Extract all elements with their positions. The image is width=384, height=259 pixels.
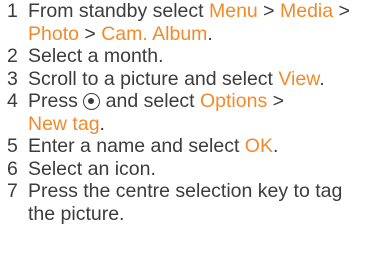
step-3: 3 Scroll to a picture and select View. <box>0 68 384 91</box>
step-text: Press and select Options > New tag. <box>28 90 284 135</box>
step-number: 2 <box>7 45 18 67</box>
step-text-fragment: From standby select <box>28 0 209 22</box>
step-7: 7 Press the centre selection key to tag th… <box>0 180 384 225</box>
step-text: Select an icon. <box>28 158 156 180</box>
instruction-steps: 1 From standby select Menu > Media > Photo… <box>0 0 384 225</box>
step-text-fragment: . <box>272 135 279 157</box>
step-text-fragment: . <box>319 67 325 90</box>
step-text: Scroll to a picture and select View. <box>28 68 325 90</box>
step-5: 5 Enter a name and select OK. <box>0 135 384 158</box>
step-text-fragment: the picture. <box>28 202 125 225</box>
step-text-fragment: Scroll to a picture and select <box>28 67 279 90</box>
step-text: Select a month. <box>28 45 164 67</box>
step-number: 4 <box>7 90 18 112</box>
ui-term: Media <box>280 0 334 22</box>
step-4: 4 Press and select Options > New tag. <box>0 90 384 135</box>
step-text-fragment: Select a month. <box>28 45 164 67</box>
step-2: 2 Select a month. <box>0 45 384 68</box>
ui-term: Cam. Album <box>101 22 208 45</box>
ui-term: OK <box>244 135 273 157</box>
step-text-fragment: > <box>78 22 102 45</box>
step-text-fragment: Press <box>28 90 84 112</box>
step-text-fragment: Select an icon. <box>28 157 156 180</box>
step-number: 1 <box>7 0 18 22</box>
step-text: Enter a name and select OK. <box>28 135 278 157</box>
ui-term: Options <box>200 90 268 112</box>
step-text: From standby select Menu > Media > Photo … <box>28 0 350 45</box>
step-text-fragment: > <box>257 0 280 22</box>
step-1: 1 From standby select Menu > Media > Photo… <box>0 0 384 45</box>
step-text-fragment: . <box>99 112 105 135</box>
step-text: Press the centre selection key to tag the… <box>28 180 342 225</box>
step-text-fragment: > <box>333 0 350 22</box>
ui-term: View <box>278 67 320 90</box>
step-number: 6 <box>7 157 18 180</box>
step-text-fragment: and select <box>100 90 200 112</box>
joystick-center-icon <box>83 93 101 110</box>
step-text-fragment: > <box>267 90 285 112</box>
step-number: 3 <box>7 67 18 90</box>
ui-term: Menu <box>208 0 258 22</box>
step-number: 7 <box>7 180 18 202</box>
ui-term: Photo <box>28 22 79 45</box>
ui-term: New tag <box>28 112 100 135</box>
step-text-fragment: Press the centre selection key to tag <box>28 180 343 202</box>
step-text-fragment: Enter a name and select <box>28 135 245 157</box>
step-6: 6 Select an icon. <box>0 158 384 181</box>
step-number: 5 <box>7 135 18 157</box>
step-text-fragment: . <box>207 22 213 45</box>
